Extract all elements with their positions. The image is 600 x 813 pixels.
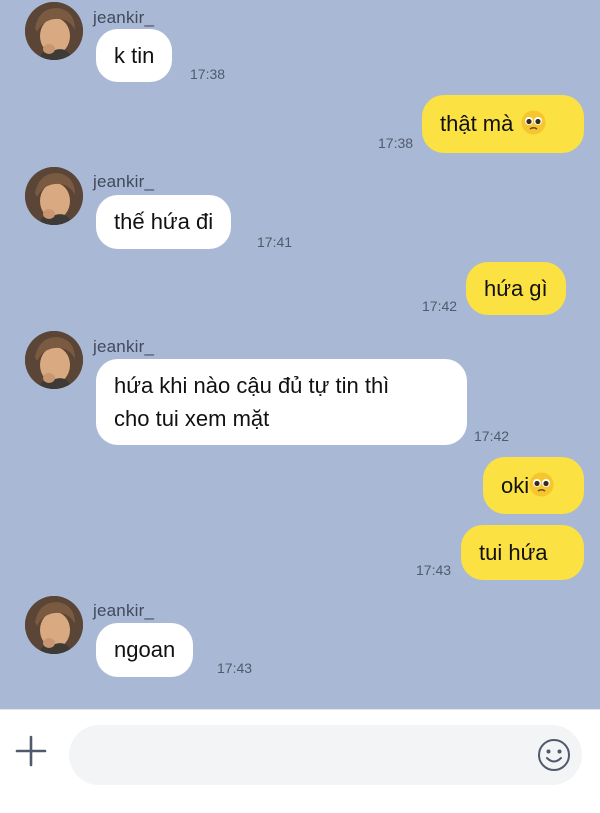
message-bubble-outgoing[interactable]: tui hứa (461, 525, 584, 580)
sender-name: jeankir_ (93, 172, 155, 191)
smiley-icon[interactable] (537, 738, 571, 772)
message-time: 17:38 (190, 66, 226, 82)
message-bubble-incoming[interactable]: thế hứa đi (96, 195, 232, 249)
message-bubble-incoming[interactable]: ngoan (96, 623, 194, 677)
message-text: k tin (114, 43, 155, 68)
avatar[interactable] (25, 596, 83, 654)
sender-name: jeankir_ (93, 8, 155, 27)
message-bubble-outgoing[interactable]: hứa gì (466, 262, 566, 315)
pleading-face-emoji (529, 472, 554, 497)
avatar[interactable] (25, 2, 83, 60)
message-bubble-incoming[interactable]: hứa khi nào cậu đủ tự tin thì cho tui xe… (96, 359, 467, 445)
message-time: 17:42 (474, 428, 510, 444)
message-text: ngoan (114, 637, 176, 662)
message-text-line: hứa khi nào cậu đủ tự tin thì (114, 373, 390, 398)
message-time: 17:38 (378, 135, 414, 151)
message-bubble-incoming[interactable]: k tin (96, 29, 173, 82)
message-time: 17:41 (257, 234, 293, 250)
message-text-line: cho tui xem mặt (114, 406, 270, 431)
sender-name: jeankir_ (93, 337, 155, 356)
message-time: 17:42 (422, 298, 458, 314)
message-text: thế hứa đi (114, 209, 214, 234)
chat-area[interactable]: jeankir_ k tin 17:38 thật mà 17:38 jeank… (0, 0, 600, 709)
message-text: oki (501, 473, 530, 498)
message-bubble-outgoing[interactable]: thật mà (422, 95, 584, 153)
message-text: tui hứa (479, 540, 548, 565)
sender-name: jeankir_ (93, 601, 155, 620)
message-time: 17:43 (217, 660, 253, 676)
message-time: 17:43 (416, 562, 452, 578)
message-input[interactable] (69, 725, 582, 785)
message-bubble-outgoing[interactable]: oki (483, 457, 584, 514)
pleading-face-emoji (521, 110, 546, 135)
message-text: thật mà (440, 111, 514, 136)
avatar[interactable] (25, 167, 83, 225)
plus-icon[interactable] (13, 733, 49, 769)
avatar[interactable] (25, 331, 83, 389)
message-text: hứa gì (484, 276, 548, 301)
